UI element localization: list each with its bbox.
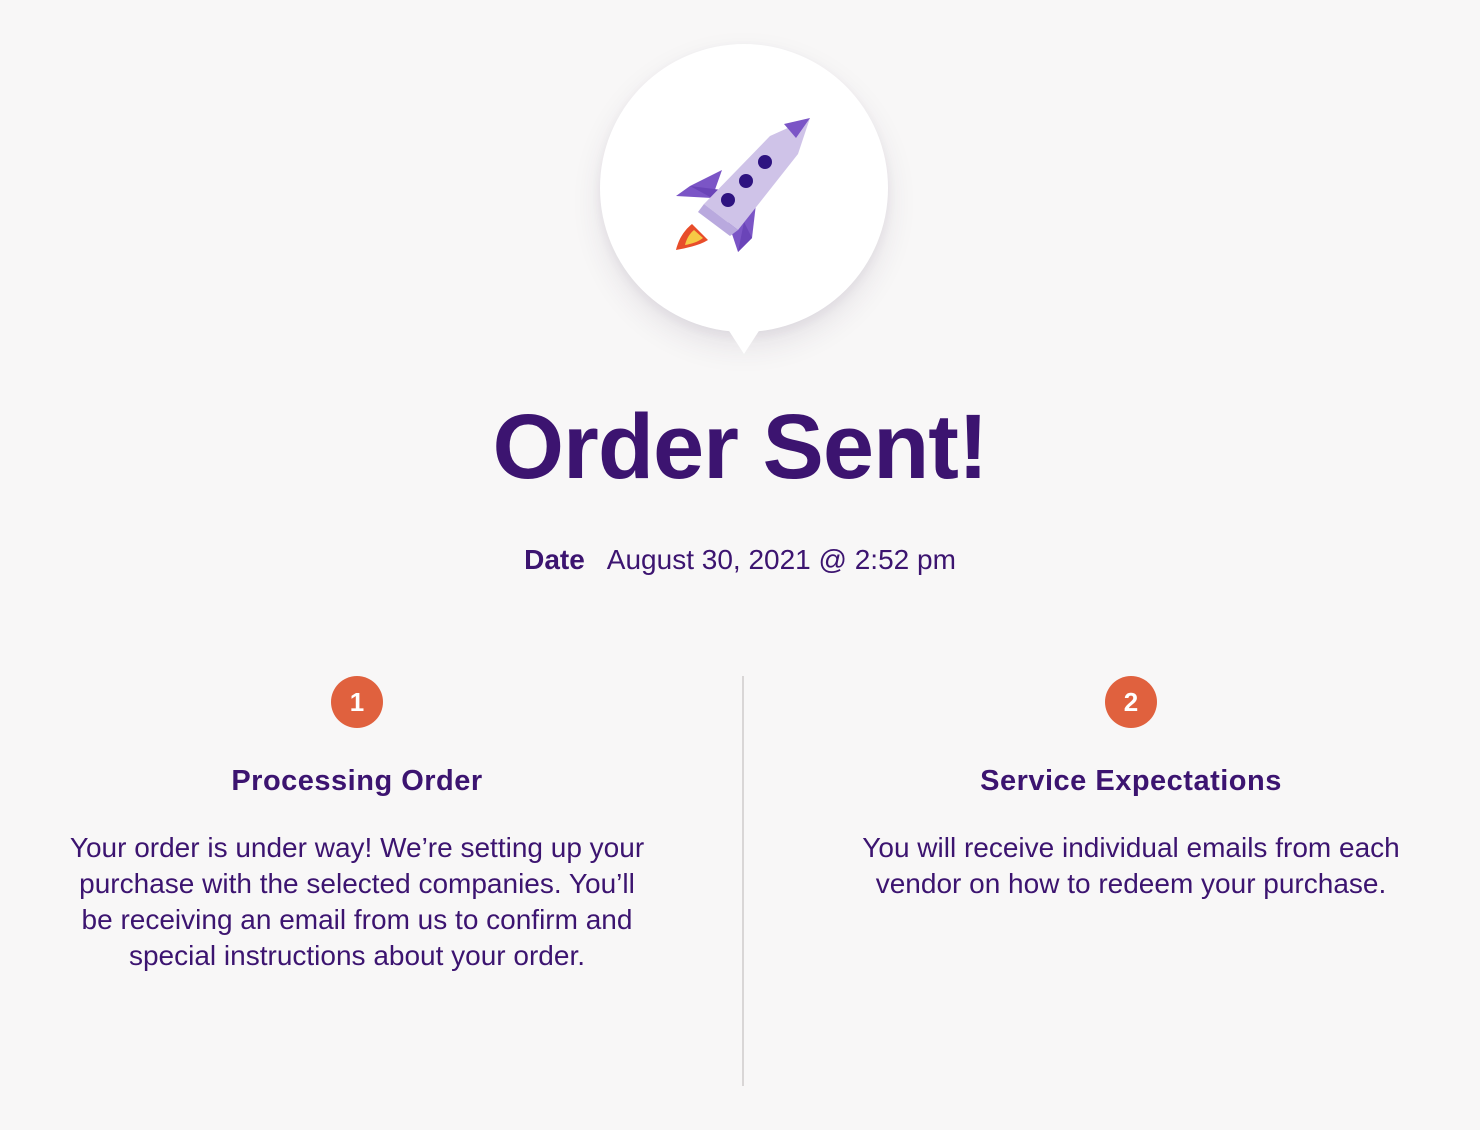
rocket-icon — [676, 118, 810, 252]
date-label: Date — [524, 544, 585, 575]
step-description: You will receive individual emails from … — [862, 832, 1400, 899]
step-number-badge: 1 — [331, 676, 383, 728]
step-number-badge: 2 — [1105, 676, 1157, 728]
page-title: Order Sent! — [492, 396, 988, 498]
step-description: Your order is under way! We’re setting u… — [69, 832, 645, 971]
date-value: August 30, 2021 @ 2:52 pm — [606, 544, 956, 575]
step-title: Service Expectations — [980, 765, 1282, 797]
step-title: Processing Order — [231, 765, 483, 797]
column-divider — [742, 676, 744, 1086]
step-service-expectations: 2 Service Expectations You will receive … — [831, 676, 1431, 902]
order-date: Date August 30, 2021 @ 2:52 pm — [0, 540, 1480, 580]
step-processing-order: 1 Processing Order Your order is under w… — [57, 676, 657, 974]
